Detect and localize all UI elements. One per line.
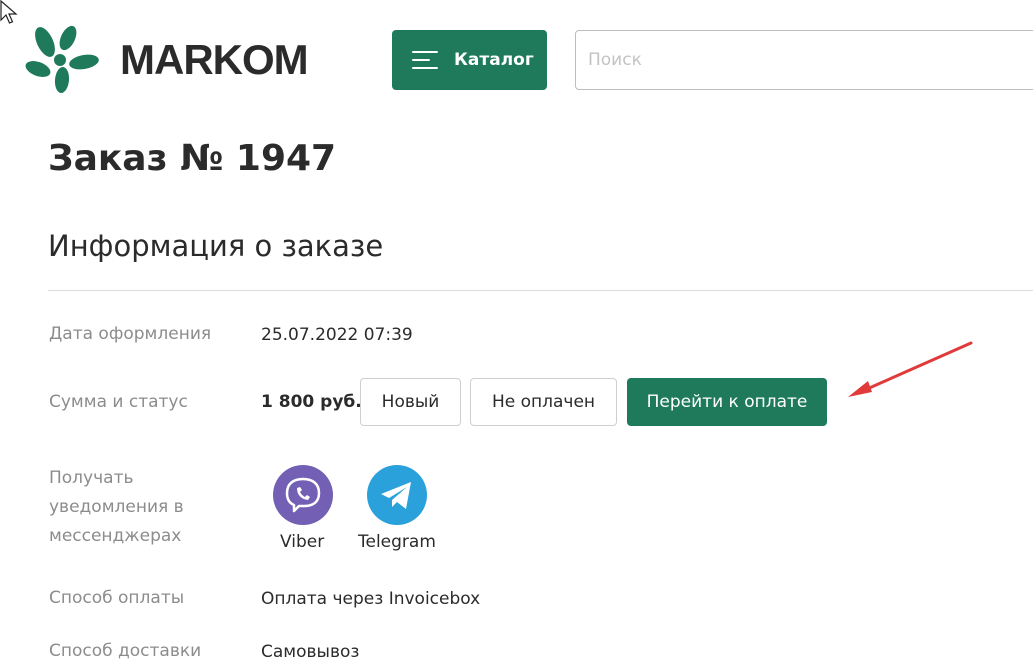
catalog-button[interactable]: Каталог (392, 30, 547, 90)
mouse-cursor-icon (0, 0, 18, 24)
go-to-payment-button[interactable]: Перейти к оплате (627, 378, 827, 426)
brand-name[interactable]: MARKOM (120, 34, 309, 86)
payment-status-badge: Не оплачен (470, 378, 617, 426)
amount-status-label: Сумма и статус (49, 392, 188, 412)
payment-method-label: Способ оплаты (49, 588, 185, 608)
search-input[interactable] (575, 30, 1033, 90)
telegram-label[interactable]: Telegram (358, 530, 436, 554)
telegram-icon (381, 482, 411, 509)
order-date-value: 25.07.2022 07:39 (261, 325, 413, 345)
order-status-badge: Новый (360, 378, 461, 426)
notifications-label-line-1: Получать (49, 468, 134, 488)
divider (48, 290, 1033, 291)
viber-button[interactable] (273, 465, 333, 525)
delivery-method-label: Способ доставки (49, 641, 202, 661)
catalog-label: Каталог (454, 50, 534, 70)
markom-logo-icon[interactable] (22, 24, 100, 94)
telegram-button[interactable] (367, 465, 427, 525)
section-title: Информация о заказе (48, 229, 384, 263)
menu-icon (412, 51, 438, 69)
delivery-method-value: Самовывоз (261, 642, 360, 662)
notifications-label-line-2: уведомления в (49, 497, 184, 517)
viber-label[interactable]: Viber (280, 530, 324, 554)
viber-icon (285, 477, 321, 513)
notifications-label-line-3: мессенджерах (49, 526, 182, 546)
payment-method-value: Оплата через Invoicebox (261, 589, 481, 609)
red-arrow-icon (848, 341, 973, 397)
order-amount: 1 800 руб. (261, 392, 362, 412)
order-date-label: Дата оформления (49, 324, 212, 344)
page-title: Заказ № 1947 (48, 138, 337, 179)
